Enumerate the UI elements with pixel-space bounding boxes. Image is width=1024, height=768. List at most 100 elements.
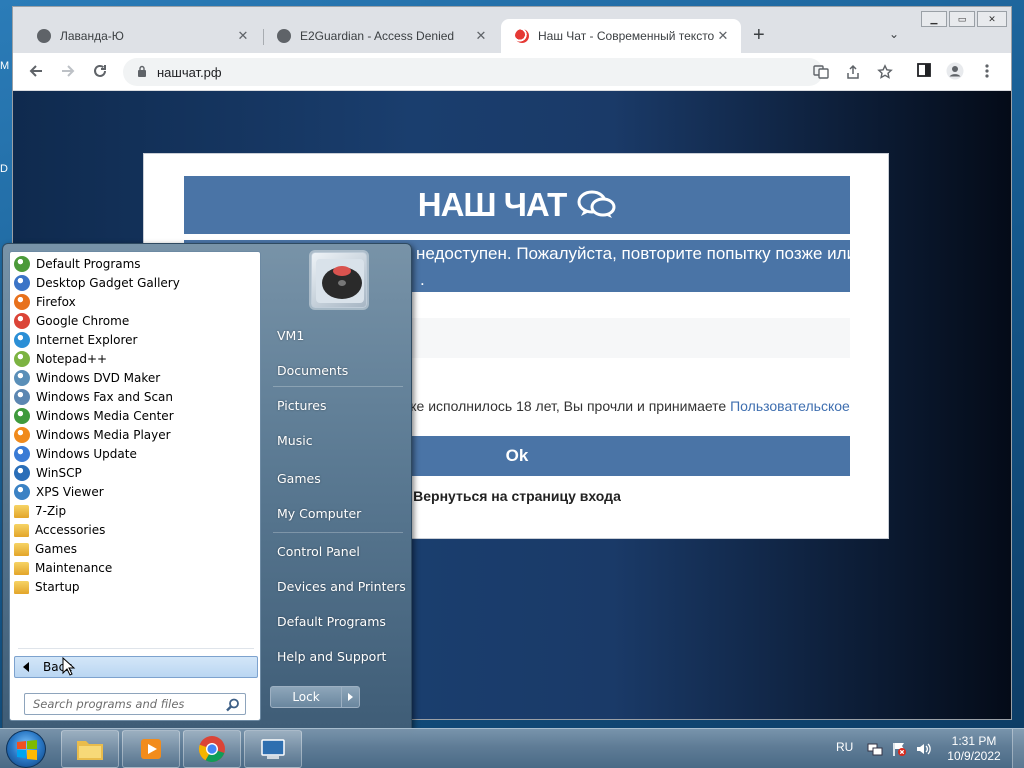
- program-label: Games: [35, 541, 77, 556]
- address-bar[interactable]: нашчат.рф: [123, 58, 893, 86]
- tab-close-icon[interactable]: ✕: [235, 28, 251, 44]
- tab-close-icon[interactable]: ✕: [473, 28, 489, 44]
- show-desktop-button[interactable]: [1012, 729, 1024, 768]
- program-item[interactable]: Accessories: [12, 520, 258, 539]
- start-menu-link[interactable]: Music: [277, 433, 313, 448]
- lock-button[interactable]: Lock: [270, 686, 342, 708]
- program-label: Notepad++: [36, 351, 108, 366]
- tab-e2guardian[interactable]: E2Guardian - Access Denied ✕: [263, 19, 499, 53]
- program-item[interactable]: Maintenance: [12, 558, 258, 577]
- system-clock[interactable]: 1:31 PM 10/9/2022: [944, 734, 1004, 764]
- program-item[interactable]: Google Chrome: [12, 311, 258, 330]
- back-triangle-icon: [23, 662, 29, 672]
- program-item[interactable]: Games: [12, 539, 258, 558]
- program-item[interactable]: Startup: [12, 577, 258, 596]
- forward-arrow-icon[interactable]: [59, 62, 77, 80]
- program-item[interactable]: Windows DVD Maker: [12, 368, 258, 387]
- reload-icon[interactable]: [91, 62, 109, 80]
- taskbar-media-player-button[interactable]: [122, 730, 180, 768]
- restore-button[interactable]: ▭: [949, 11, 975, 27]
- fax-scan-icon: [14, 388, 30, 405]
- program-label: Internet Explorer: [36, 332, 138, 347]
- program-item[interactable]: Internet Explorer: [12, 330, 258, 349]
- input-language-indicator[interactable]: RU: [836, 740, 853, 754]
- program-item[interactable]: Windows Media Player: [12, 425, 258, 444]
- taskbar: RU 1:31 PM 10/9/2022: [0, 728, 1024, 768]
- taskbar-chrome-button[interactable]: [183, 730, 241, 768]
- taskbar-rdp-button[interactable]: [244, 730, 302, 768]
- program-label: XPS Viewer: [36, 484, 104, 499]
- globe-icon: [37, 29, 51, 43]
- bookmark-star-icon[interactable]: [877, 64, 893, 80]
- lock-options-arrow-button[interactable]: [342, 686, 360, 708]
- program-item[interactable]: Windows Media Center: [12, 406, 258, 425]
- start-menu-link[interactable]: VM1: [277, 328, 304, 343]
- chrome-icon: [14, 312, 30, 329]
- user-agreement-link[interactable]: Пользовательское: [730, 398, 850, 414]
- program-item[interactable]: Windows Fax and Scan: [12, 387, 258, 406]
- profile-avatar-icon[interactable]: [946, 62, 964, 80]
- tab-lavanda[interactable]: Лаванда-Ю ✕: [23, 19, 261, 53]
- user-avatar[interactable]: [311, 252, 367, 308]
- network-icon[interactable]: [867, 741, 883, 757]
- back-arrow-icon[interactable]: [27, 62, 45, 80]
- start-menu-link[interactable]: Devices and Printers: [277, 579, 406, 594]
- program-item[interactable]: Windows Update: [12, 444, 258, 463]
- tab-search-chevron-icon[interactable]: ⌄: [889, 27, 899, 41]
- clock-time: 1:31 PM: [951, 734, 997, 748]
- translate-icon[interactable]: [813, 64, 829, 80]
- minimize-button[interactable]: ▁: [921, 11, 947, 27]
- program-label: WinSCP: [36, 465, 82, 480]
- start-menu-link[interactable]: Documents: [277, 363, 348, 378]
- program-label: Google Chrome: [36, 313, 130, 328]
- arrow-right-icon: [348, 693, 353, 701]
- start-menu-link[interactable]: My Computer: [277, 506, 361, 521]
- program-item[interactable]: Desktop Gadget Gallery: [12, 273, 258, 292]
- tab-nashchat[interactable]: Наш Чат - Современный текстовый чат ✕: [501, 19, 741, 53]
- site-title: НАШ ЧАТ: [417, 186, 568, 223]
- program-item[interactable]: XPS Viewer: [12, 482, 258, 501]
- start-menu-link[interactable]: Default Programs: [277, 614, 386, 629]
- start-menu-link[interactable]: Games: [277, 471, 321, 486]
- search-placeholder: Search programs and files: [33, 697, 185, 711]
- program-label: Startup: [35, 579, 80, 594]
- divider: [273, 386, 403, 387]
- new-tab-button[interactable]: +: [753, 25, 765, 45]
- program-item[interactable]: Default Programs: [12, 254, 258, 273]
- start-menu-link[interactable]: Control Panel: [277, 544, 360, 559]
- program-label: 7-Zip: [35, 503, 67, 518]
- start-menu-link[interactable]: Pictures: [277, 398, 327, 413]
- share-icon[interactable]: [845, 64, 861, 80]
- tab-close-icon[interactable]: ✕: [715, 28, 731, 44]
- back-button[interactable]: Back: [14, 656, 258, 678]
- kebab-menu-icon[interactable]: [983, 62, 991, 80]
- start-menu-link[interactable]: Help and Support: [277, 649, 386, 664]
- program-label: Windows Update: [36, 446, 137, 461]
- program-item[interactable]: Firefox: [12, 292, 258, 311]
- lock-icon[interactable]: [137, 65, 147, 77]
- tab-title: Наш Чат - Современный текстовый чат: [538, 29, 715, 43]
- program-label: Desktop Gadget Gallery: [36, 275, 180, 290]
- desktop-icon-label-fragment[interactable]: M: [0, 60, 9, 72]
- close-window-button[interactable]: ✕: [977, 11, 1007, 27]
- globe-icon: [277, 29, 291, 43]
- tab-strip: Лаванда-Ю ✕ E2Guardian - Access Denied ✕…: [13, 7, 1011, 53]
- taskbar-explorer-button[interactable]: [61, 730, 119, 768]
- default-programs-icon: [14, 255, 30, 272]
- start-button[interactable]: [6, 730, 46, 768]
- desktop-icon-label-fragment[interactable]: D: [0, 163, 8, 175]
- program-item[interactable]: WinSCP: [12, 463, 258, 482]
- program-item[interactable]: 7-Zip: [12, 501, 258, 520]
- program-label: Windows Media Player: [36, 427, 171, 442]
- chat-bubbles-icon: [577, 190, 616, 218]
- side-panel-icon[interactable]: [916, 62, 932, 78]
- url-text[interactable]: нашчат.рф: [157, 65, 222, 80]
- program-item[interactable]: Notepad++: [12, 349, 258, 368]
- program-label: Firefox: [36, 294, 76, 309]
- search-icon[interactable]: [225, 697, 241, 713]
- volume-icon[interactable]: [915, 741, 931, 757]
- action-center-flag-icon[interactable]: [891, 741, 907, 757]
- search-programs-input[interactable]: Search programs and files: [24, 693, 246, 715]
- window-controls: ▁ ▭ ✕: [919, 11, 1007, 27]
- program-label: Windows Fax and Scan: [36, 389, 174, 404]
